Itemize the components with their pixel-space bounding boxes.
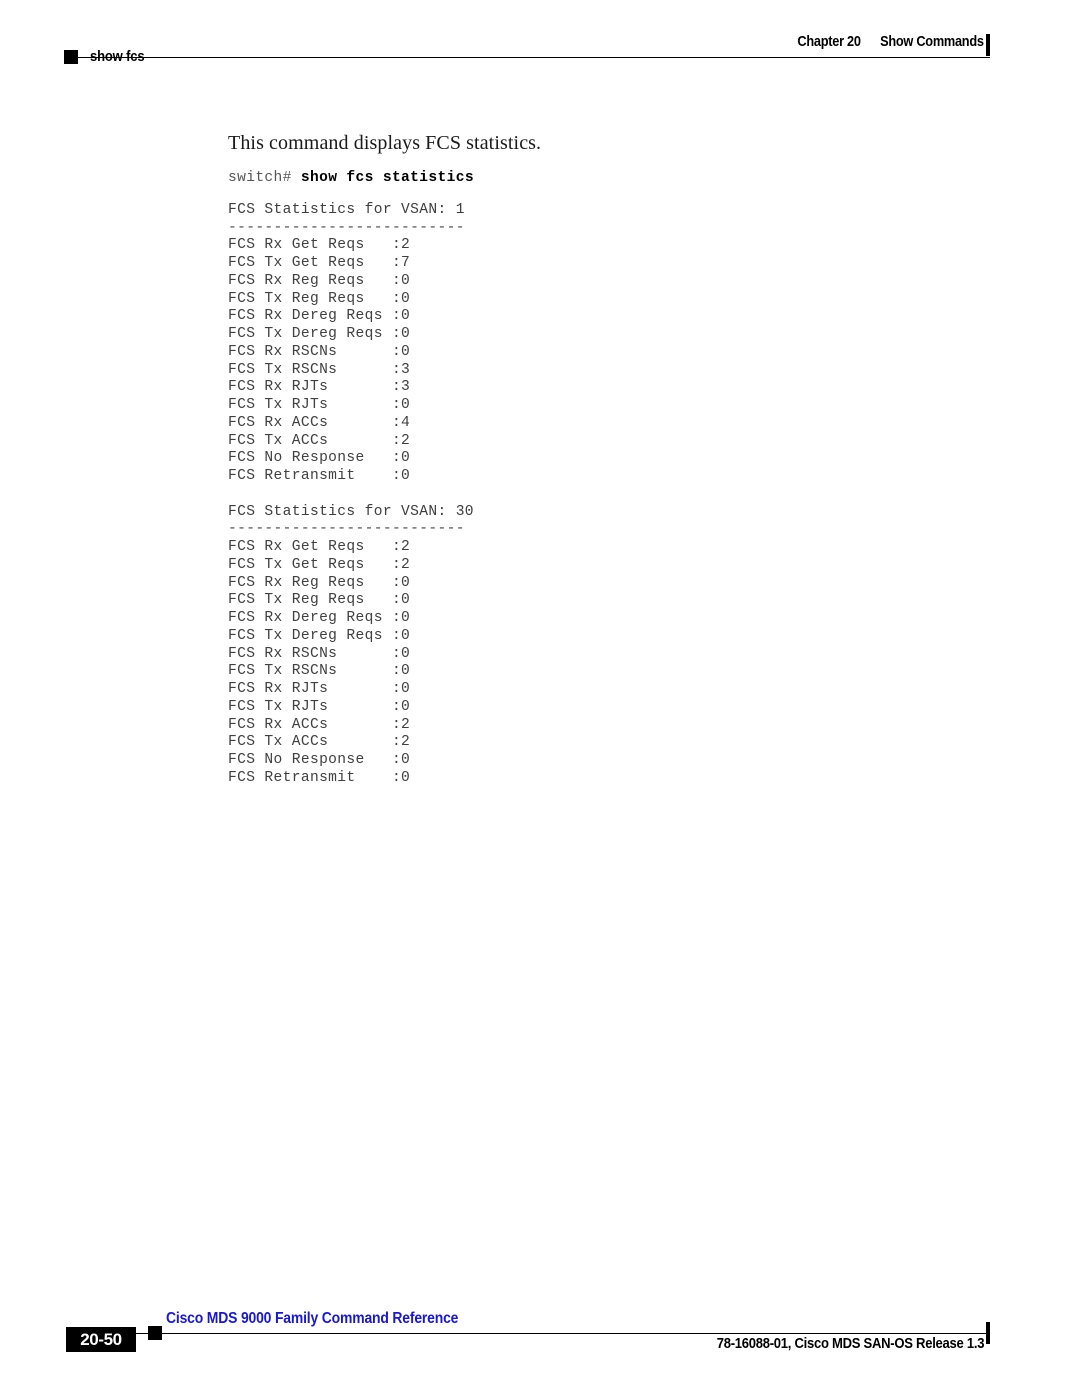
vsan-stats-separator: --------------------------	[228, 521, 465, 538]
header-topic-label: show fcs	[90, 49, 145, 65]
header-edge-tick	[986, 34, 990, 56]
stat-row: FCS Tx Reg Reqs :0	[228, 290, 411, 307]
stat-row: FCS Rx Reg Reqs :0	[228, 272, 411, 289]
stat-row: FCS Rx ACCs :2	[228, 716, 411, 733]
vsan-stats-title: FCS Statistics for VSAN: 1	[228, 201, 465, 218]
stat-row: FCS Rx Get Reqs :2	[228, 237, 411, 254]
footer-document-title: Cisco MDS 9000 Family Command Reference	[166, 1310, 459, 1327]
page-number-badge: 20-50	[66, 1327, 136, 1352]
stat-row: FCS Rx Dereg Reqs :0	[228, 610, 411, 626]
block-spacer	[228, 486, 988, 504]
header-rule	[66, 57, 990, 58]
stat-row: FCS Rx RSCNs :0	[228, 343, 411, 360]
stat-row: FCS Rx RSCNs :0	[228, 645, 411, 662]
command-description: This command displays FCS statistics.	[228, 132, 542, 154]
page-header: Chapter 20 Show Commands show fcs	[0, 0, 1080, 90]
header-section-label: Show Commands	[880, 34, 984, 50]
stat-row: FCS Rx Dereg Reqs :0	[228, 308, 411, 325]
stat-row: FCS Tx Dereg Reqs :0	[228, 627, 411, 644]
stat-row: FCS Rx RJTs :3	[228, 379, 411, 396]
stat-row: FCS Tx Get Reqs :2	[228, 556, 411, 573]
cli-prompt: switch#	[228, 170, 301, 186]
header-bullet-square-icon	[64, 50, 78, 64]
footer-edge-tick	[986, 1322, 990, 1344]
stat-row: FCS Tx RSCNs :3	[228, 361, 411, 378]
vsan-stats-title: FCS Statistics for VSAN: 30	[228, 503, 474, 520]
stat-row: FCS Tx RJTs :0	[228, 698, 411, 715]
vsan-stats-separator: --------------------------	[228, 219, 465, 236]
stat-row: FCS Rx Reg Reqs :0	[228, 574, 411, 591]
cli-output-block: FCS Statistics for VSAN: 1 --------------…	[228, 202, 988, 788]
stat-row: FCS Rx ACCs :4	[228, 414, 411, 431]
header-chapter-section: Chapter 20 Show Commands	[797, 34, 985, 50]
stat-row: FCS No Response :0	[228, 450, 411, 467]
stat-row: FCS Rx Get Reqs :2	[228, 539, 411, 555]
footer-release-label: 78-16088-01, Cisco MDS SAN-OS Release 1.…	[716, 1336, 985, 1352]
footer-rule	[66, 1333, 990, 1334]
stat-row: FCS Tx RSCNs :0	[228, 663, 411, 680]
header-chapter-label: Chapter 20	[797, 34, 862, 50]
stat-row: FCS Tx Dereg Reqs :0	[228, 326, 411, 342]
stat-row: FCS Rx RJTs :0	[228, 681, 411, 697]
stat-row: FCS Retransmit :0	[228, 769, 411, 786]
stat-row: FCS Tx RJTs :0	[228, 397, 411, 413]
cli-command: show fcs statistics	[300, 170, 474, 186]
main-content: This command displays FCS statistics. sw…	[228, 130, 988, 788]
footer-bullet-square-icon	[148, 1326, 162, 1340]
stat-row: FCS Tx ACCs :2	[228, 432, 411, 449]
stat-row: FCS Tx ACCs :2	[228, 734, 411, 751]
stat-row: FCS Tx Reg Reqs :0	[228, 592, 411, 609]
stat-row: FCS Tx Get Reqs :7	[228, 255, 411, 271]
cli-command-line: switch# show fcs statistics	[228, 170, 988, 188]
stat-row: FCS Retransmit :0	[228, 468, 411, 484]
stat-row: FCS No Response :0	[228, 752, 411, 768]
